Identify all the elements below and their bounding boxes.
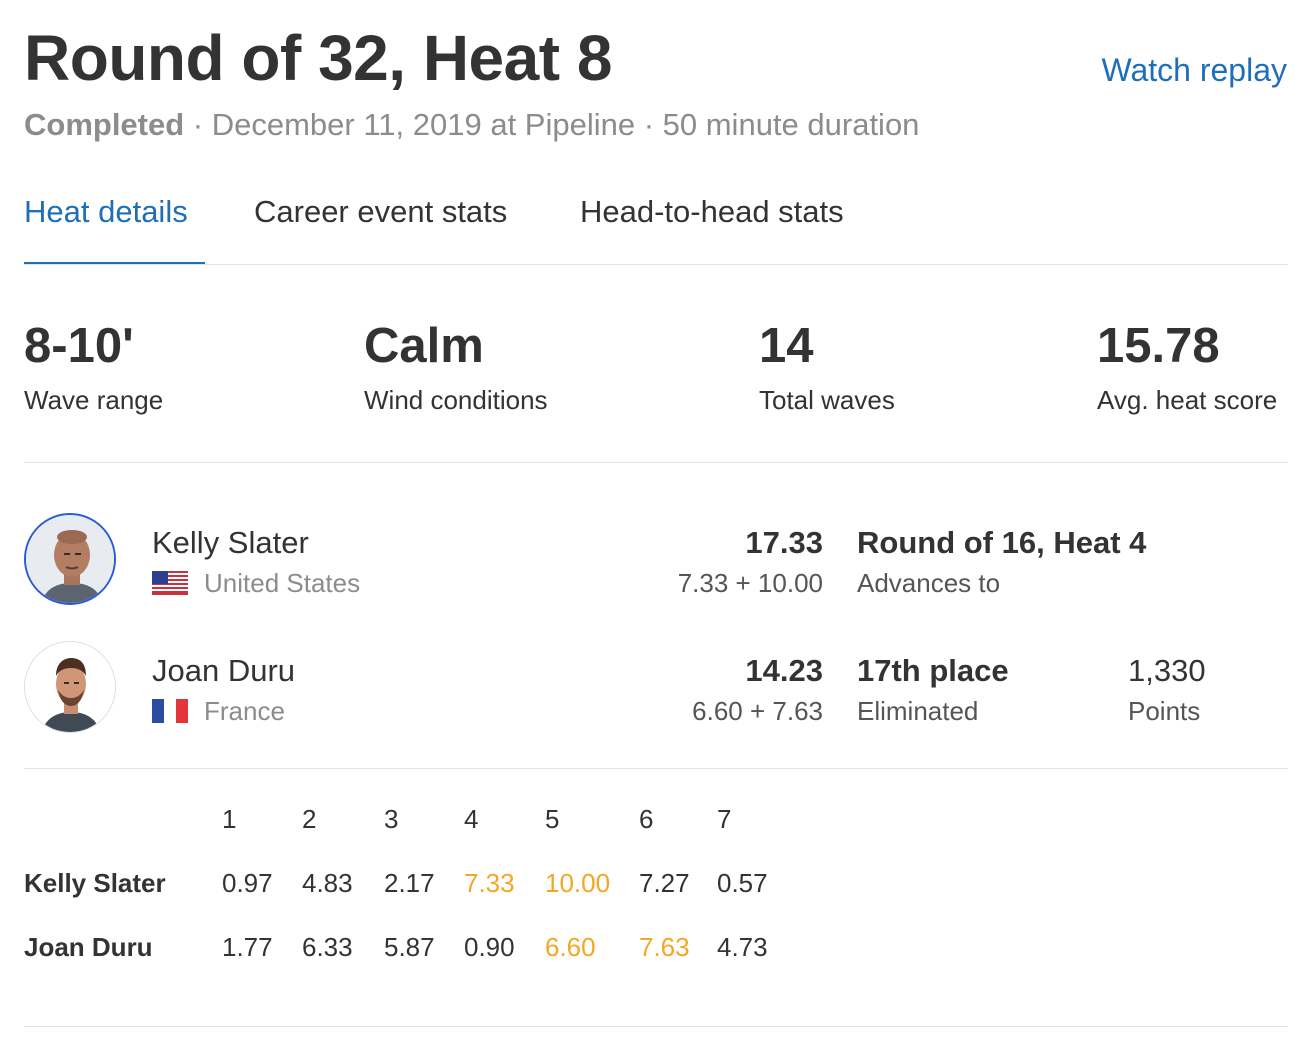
heat-total-score: 14.23 (745, 653, 823, 688)
wave-number-header: 6 (639, 804, 654, 834)
heat-meta: Completed · December 11, 2019 at Pipelin… (24, 106, 919, 144)
wave-score: 4.83 (302, 868, 353, 898)
divider (24, 462, 1288, 463)
score-breakdown: 7.33 + 10.00 (677, 568, 823, 598)
wave-score: 5.87 (384, 932, 435, 962)
us-flag-icon (152, 571, 188, 595)
counted-wave-score: 10.00 (545, 868, 611, 898)
stat-wave-range: 8-10' Wave range (24, 318, 163, 416)
divider (24, 768, 1288, 769)
counted-wave-score: 7.63 (639, 932, 690, 962)
wave-score: 7.27 (639, 868, 690, 898)
stat-label: Total waves (759, 385, 895, 415)
stat-avg-heat-score: 15.78 Avg. heat score (1097, 318, 1277, 416)
stat-total-waves: 14 Total waves (759, 318, 895, 416)
stat-value: 8-10' (24, 319, 134, 373)
stat-label: Avg. heat score (1097, 385, 1278, 415)
heat-details: · December 11, 2019 at Pipeline · 50 min… (184, 107, 920, 142)
tab-career-event-stats[interactable]: Career event stats (254, 190, 507, 234)
wave-score: 0.97 (222, 868, 273, 898)
active-tab-indicator (24, 262, 205, 264)
table-row-athlete-name: Joan Duru (24, 932, 153, 962)
tab-heat-details[interactable]: Heat details (24, 190, 188, 234)
athlete-name[interactable]: Joan Duru (152, 653, 295, 689)
wave-number-header: 3 (384, 804, 399, 834)
wave-number-header: 2 (302, 804, 317, 834)
wave-number-header: 1 (222, 804, 237, 834)
wave-number-header: 7 (717, 804, 732, 834)
page-title: Round of 32, Heat 8 (24, 22, 612, 94)
stat-value: 15.78 (1097, 319, 1220, 373)
athlete-country: United States (204, 568, 361, 598)
wave-score: 2.17 (384, 868, 435, 898)
wave-score: 4.73 (717, 932, 768, 962)
wave-score: 0.57 (717, 868, 768, 898)
divider (24, 1026, 1288, 1027)
heat-status: Completed (24, 107, 185, 142)
table-row-athlete-name: Kelly Slater (24, 868, 166, 898)
tab-head-to-head-stats[interactable]: Head-to-head stats (580, 190, 844, 234)
wave-score: 6.33 (302, 932, 353, 962)
points-value: 1,330 (1128, 653, 1206, 688)
counted-wave-score: 6.60 (545, 932, 596, 962)
wave-score: 0.90 (464, 932, 515, 962)
stat-label: Wind conditions (364, 385, 548, 415)
tab-bar: Heat details Career event stats Head-to-… (24, 190, 1288, 265)
stat-value: 14 (759, 319, 814, 373)
advances-to-heat[interactable]: Round of 16, Heat 4 (857, 525, 1146, 561)
stat-value: Calm (364, 319, 484, 373)
athlete-photo-icon (25, 642, 115, 732)
watch-replay-link[interactable]: Watch replay (1101, 52, 1287, 89)
stat-wind-conditions: Calm Wind conditions (364, 318, 548, 416)
points-label: Points (1128, 696, 1201, 726)
stat-label: Wave range (24, 385, 164, 415)
wave-number-header: 4 (464, 804, 479, 834)
athlete-photo-icon (26, 515, 114, 603)
athlete-name[interactable]: Kelly Slater (152, 525, 309, 561)
avatar[interactable] (24, 513, 116, 605)
avatar[interactable] (24, 641, 116, 733)
result-label: Advances to (857, 568, 1001, 598)
score-breakdown: 6.60 + 7.63 (692, 696, 823, 726)
final-placing: 17th place (857, 653, 1009, 688)
counted-wave-score: 7.33 (464, 868, 515, 898)
athlete-country: France (204, 696, 285, 726)
wave-number-header: 5 (545, 804, 560, 834)
heat-total-score: 17.33 (745, 525, 823, 560)
fr-flag-icon (152, 699, 188, 723)
result-label: Eliminated (857, 696, 979, 726)
wave-score: 1.77 (222, 932, 273, 962)
